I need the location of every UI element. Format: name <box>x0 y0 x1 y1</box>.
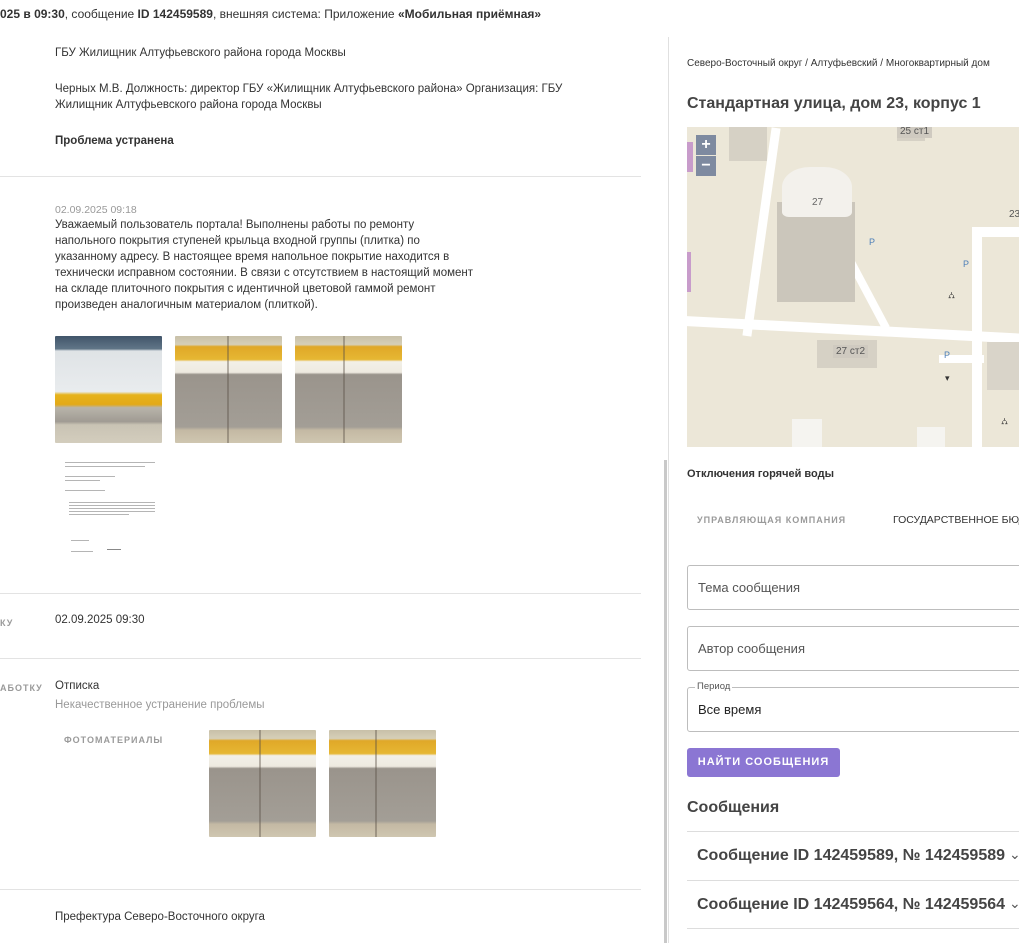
header-message-id: ID 142459589 <box>137 7 213 21</box>
building-panel: Северо-Восточный округ / Алтуфьевский / … <box>668 37 1019 943</box>
message-details-column: ГБУ Жилищник Алтуфьевского района города… <box>0 30 660 943</box>
photo-thumbnail[interactable] <box>295 336 402 443</box>
document-thumbnail[interactable] <box>55 456 162 563</box>
parking-icon: P <box>944 350 951 360</box>
photos-label: ФОТОМАТЕРИАЛЫ <box>64 735 164 745</box>
prefecture-name: Префектура Северо-Восточного округа <box>55 911 265 923</box>
photo-thumbnail[interactable] <box>55 336 162 443</box>
divider <box>0 176 641 177</box>
subject-input[interactable]: Тема сообщения <box>687 565 1019 610</box>
hot-water-link[interactable]: Отключения горячей воды <box>687 468 834 480</box>
map[interactable]: 25 ст1 27 23 27 ст2 P P P ⛼ ▾ ⛼ + − <box>687 127 1019 447</box>
header-system-text: , внешняя система: Приложение <box>212 7 398 21</box>
building-label: 27 ст2 <box>833 345 869 358</box>
header-system-name: «Мобильная приёмная» <box>397 7 542 21</box>
row-value: Отписка <box>55 680 100 692</box>
parking-icon: P <box>869 237 876 247</box>
landmark-icon: ⛼ <box>948 290 956 300</box>
author-placeholder: Автор сообщения <box>698 641 805 656</box>
breadcrumb: Северо-Восточный округ / Алтуфьевский / … <box>687 58 990 69</box>
message-accordion-title: Сообщение ID 142459589, № 142459589 <box>697 847 1006 864</box>
zoom-in-button[interactable]: + <box>696 135 716 155</box>
message-header: 025 в 09:30, сообщение ID 142459589, вне… <box>0 0 1019 30</box>
building-label: 25 ст1 <box>897 127 933 138</box>
official-info: Черных М.В. Должность: директор ГБУ «Жил… <box>55 83 563 111</box>
message-accordion-item[interactable]: Сообщение ID 142459589, № 142459589 ⌄ <box>687 831 1019 880</box>
status-text: Проблема устранена <box>55 135 174 147</box>
photo-thumbnail[interactable] <box>329 730 436 837</box>
reply-text: Уважаемый пользователь портала! Выполнен… <box>55 219 474 311</box>
period-select[interactable]: Период Все время <box>687 681 1019 732</box>
search-messages-button[interactable]: Найти сообщения <box>687 748 840 777</box>
row-value: 02.09.2025 09:30 <box>55 614 145 626</box>
messages-title: Сообщения <box>687 799 780 816</box>
subject-placeholder: Тема сообщения <box>698 580 801 595</box>
company-label: УПРАВЛЯЮЩАЯ КОМПАНИЯ <box>697 515 847 525</box>
divider <box>0 889 641 890</box>
chevron-down-icon: ⌄ <box>1009 846 1019 863</box>
photo-thumbnail[interactable] <box>209 730 316 837</box>
divider <box>0 658 641 659</box>
reply-date: 02.09.2025 09:18 <box>55 204 137 216</box>
chevron-down-icon: ⌄ <box>1009 895 1019 912</box>
header-date: 025 в 09:30 <box>0 7 65 21</box>
row-subvalue: Некачественное устранение проблемы <box>55 699 265 711</box>
scrollbar[interactable] <box>664 460 667 943</box>
header-text: , сообщение <box>64 7 138 21</box>
period-value: Все время <box>698 702 762 717</box>
address-title: Стандартная улица, дом 23, корпус 1 <box>687 95 981 112</box>
message-accordion-title: Сообщение ID 142459564, № 142459564 <box>697 896 1006 913</box>
trash-icon: ▾ <box>945 373 950 383</box>
author-input[interactable]: Автор сообщения <box>687 626 1019 671</box>
row-label: АБОТКУ <box>0 683 43 693</box>
org-name: ГБУ Жилищник Алтуфьевского района города… <box>55 47 346 59</box>
photo-thumbnail[interactable] <box>175 336 282 443</box>
building-label: 23 <box>1009 209 1019 220</box>
building-label: 27 <box>812 197 824 208</box>
message-accordion-item[interactable]: Сообщение ID 142459564, № 142459564 ⌄ <box>687 880 1019 929</box>
landmark-icon: ⛼ <box>1001 416 1009 426</box>
period-label: Период <box>695 681 733 692</box>
divider <box>0 593 641 594</box>
zoom-out-button[interactable]: − <box>696 156 716 176</box>
company-value: ГОСУДАРСТВЕННОЕ БЮД <box>893 514 1019 526</box>
parking-icon: P <box>963 259 970 269</box>
row-label: КУ <box>0 618 14 628</box>
